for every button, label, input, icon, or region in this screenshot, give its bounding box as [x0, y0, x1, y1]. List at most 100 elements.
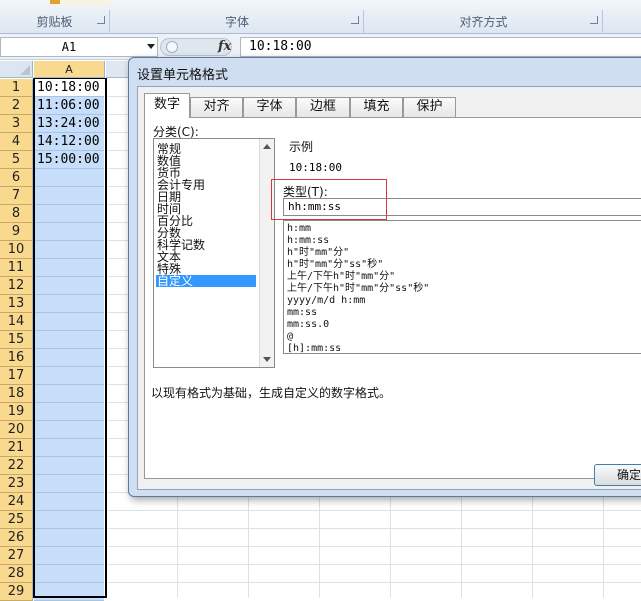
list-item[interactable]: [h]:mm:ss: [287, 343, 341, 353]
tab-alignment[interactable]: 对齐: [190, 97, 243, 117]
sample-value: 10:18:00: [289, 161, 342, 174]
cell[interactable]: [34, 385, 104, 403]
dialog-body: 数字 对齐 字体 边框 填充 保护 分类(C): 常规 数值 货币 会计专用 日期 时间百…: [137, 86, 641, 490]
cell[interactable]: [34, 403, 104, 421]
list-item[interactable]: mm:ss.0: [287, 319, 329, 331]
cell[interactable]: [34, 439, 104, 457]
tab-border[interactable]: 边框: [296, 97, 350, 117]
cell[interactable]: [34, 565, 104, 583]
format-description: 以现有格式为基础，生成自定义的数字格式。: [151, 386, 392, 400]
row-header[interactable]: 19: [0, 403, 33, 421]
cell[interactable]: [34, 223, 104, 241]
list-item[interactable]: h:mm:ss: [287, 235, 329, 247]
row-header[interactable]: 25: [0, 511, 33, 529]
list-item[interactable]: 自定义: [156, 275, 256, 287]
cell[interactable]: [34, 259, 104, 277]
row-header[interactable]: 22: [0, 457, 33, 475]
row-header[interactable]: 23: [0, 475, 33, 493]
row-header[interactable]: 1: [0, 79, 33, 97]
row-header[interactable]: 14: [0, 313, 33, 331]
dialog-launcher-icon[interactable]: [590, 16, 598, 24]
row-header[interactable]: 10: [0, 241, 33, 259]
ok-button[interactable]: 确定: [594, 464, 641, 486]
cell[interactable]: [34, 475, 104, 493]
cell[interactable]: [34, 205, 104, 223]
row-header[interactable]: 13: [0, 295, 33, 313]
name-box[interactable]: A1: [0, 37, 158, 57]
chevron-down-icon[interactable]: [147, 44, 155, 49]
row-header[interactable]: 4: [0, 133, 33, 151]
cell[interactable]: [34, 457, 104, 475]
cell[interactable]: 14:12:00: [34, 133, 104, 151]
row-header[interactable]: 20: [0, 421, 33, 439]
cell[interactable]: [34, 511, 104, 529]
row-header[interactable]: 26: [0, 529, 33, 547]
category-list[interactable]: 常规 数值 货币 会计专用 日期 时间 百分比 分数 科学记数 文本 特殊 自定义: [153, 138, 275, 368]
row-header[interactable]: 17: [0, 367, 33, 385]
row-header[interactable]: 18: [0, 385, 33, 403]
ribbon-group-clipboard: 剪贴板: [0, 10, 110, 34]
list-item[interactable]: h"时"mm"分": [287, 247, 349, 259]
active-cell[interactable]: 10:18:00: [34, 79, 104, 97]
list-item[interactable]: h:mm: [287, 223, 311, 235]
cell[interactable]: [34, 331, 104, 349]
row-header[interactable]: 7: [0, 187, 33, 205]
ribbon-group-alignment: 对齐方式: [365, 10, 603, 34]
cell[interactable]: [34, 241, 104, 259]
row-header[interactable]: 21: [0, 439, 33, 457]
row-header[interactable]: 27: [0, 547, 33, 565]
scroll-up-icon[interactable]: [263, 144, 271, 149]
cell[interactable]: [34, 349, 104, 367]
cell[interactable]: [34, 421, 104, 439]
cell[interactable]: [34, 583, 104, 601]
type-input[interactable]: hh:mm:ss: [283, 198, 641, 216]
row-header[interactable]: 8: [0, 205, 33, 223]
cell[interactable]: [34, 493, 104, 511]
row-header[interactable]: 15: [0, 331, 33, 349]
list-item[interactable]: 上午/下午h"时"mm"分"ss"秒": [287, 283, 429, 295]
formula-input[interactable]: 10:18:00: [240, 37, 641, 57]
tab-font[interactable]: 字体: [243, 97, 296, 117]
list-item[interactable]: h"时"mm"分"ss"秒": [287, 259, 383, 271]
cell[interactable]: 11:06:00: [34, 97, 104, 115]
dialog-launcher-icon[interactable]: [351, 16, 359, 24]
insert-function-button[interactable]: fx: [218, 39, 231, 54]
row-header[interactable]: 5: [0, 151, 33, 169]
dialog-launcher-icon[interactable]: [97, 16, 105, 24]
cell[interactable]: [34, 169, 104, 187]
row-header[interactable]: 2: [0, 97, 33, 115]
row-header[interactable]: 9: [0, 223, 33, 241]
expand-handle-icon[interactable]: [166, 41, 178, 53]
row-header[interactable]: 11: [0, 259, 33, 277]
row-header[interactable]: 3: [0, 115, 33, 133]
row-header[interactable]: 12: [0, 277, 33, 295]
cell[interactable]: [34, 313, 104, 331]
tab-number[interactable]: 数字: [144, 93, 190, 118]
list-item[interactable]: yyyy/m/d h:mm: [287, 295, 365, 307]
dialog-title: 设置单元格格式: [137, 68, 229, 83]
cell[interactable]: [34, 367, 104, 385]
cell[interactable]: 13:24:00: [34, 115, 104, 133]
tab-protection[interactable]: 保护: [403, 97, 456, 117]
cell[interactable]: [34, 547, 104, 565]
list-item[interactable]: @: [287, 331, 293, 343]
format-list[interactable]: h:mm h:mm:ss h"时"mm"分" h"时"mm"分"ss"秒" 上午/下午h…: [283, 220, 641, 354]
cell[interactable]: 15:00:00: [34, 151, 104, 169]
row-header[interactable]: 6: [0, 169, 33, 187]
column-header-a[interactable]: A: [34, 61, 105, 78]
row-header[interactable]: 24: [0, 493, 33, 511]
cell[interactable]: [34, 187, 104, 205]
category-scrollbar[interactable]: [259, 139, 274, 367]
row-header[interactable]: 29: [0, 583, 33, 601]
cell[interactable]: [34, 295, 104, 313]
cell[interactable]: [34, 277, 104, 295]
row-header[interactable]: 16: [0, 349, 33, 367]
select-all-button[interactable]: [0, 61, 33, 78]
scroll-down-icon[interactable]: [263, 357, 271, 362]
tab-fill[interactable]: 填充: [350, 97, 403, 117]
row-header[interactable]: 28: [0, 565, 33, 583]
paste-icon: [50, 0, 60, 4]
list-item[interactable]: 上午/下午h"时"mm"分": [287, 271, 395, 283]
cell[interactable]: [34, 529, 104, 547]
list-item[interactable]: mm:ss: [287, 307, 317, 319]
